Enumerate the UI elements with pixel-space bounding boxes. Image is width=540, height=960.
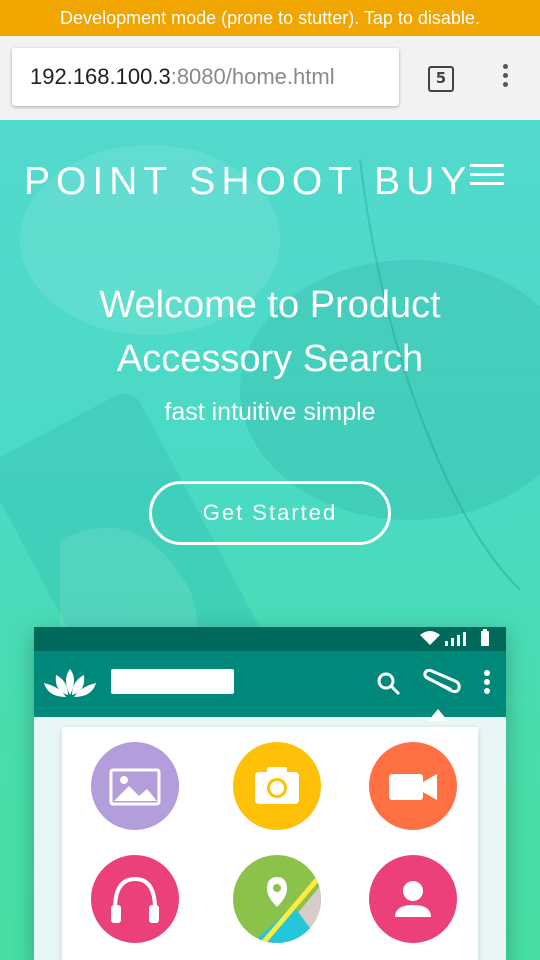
signal-icon: [445, 632, 466, 646]
paperclip-icon: [423, 669, 461, 694]
dev-mode-text: Development mode (prone to stutter). Tap…: [60, 8, 480, 28]
phone-search-field: [111, 669, 234, 694]
url-host: 192.168.100.3: [30, 64, 171, 89]
get-started-button[interactable]: Get Started: [149, 481, 391, 545]
camera-icon: [233, 742, 321, 830]
phone-app-bar: [34, 651, 506, 717]
hero-title-line2: Accessory Search: [116, 338, 424, 380]
video-icon: [369, 742, 457, 830]
tab-switcher-button[interactable]: 5: [428, 66, 454, 92]
gallery-icon: [91, 742, 179, 830]
hero-title: Welcome to Product Accessory Search: [0, 278, 540, 386]
phone-mockup: [34, 627, 506, 960]
hamburger-menu-icon[interactable]: [470, 164, 504, 192]
brand-logo-text[interactable]: POINT SHOOT BUY: [24, 160, 472, 204]
hero-section: POINT SHOOT BUY Welcome to Product Acces…: [0, 120, 540, 960]
hero-title-line1: Welcome to Product: [99, 284, 441, 326]
popup-pointer: [428, 709, 448, 721]
more-vert-icon: [484, 670, 490, 694]
browser-menu-button[interactable]: [497, 64, 513, 94]
search-icon: [377, 672, 401, 696]
dev-mode-banner[interactable]: Development mode (prone to stutter). Tap…: [0, 0, 540, 36]
phone-status-bar: [34, 627, 506, 651]
url-path: :8080/home.html: [170, 64, 335, 89]
headphones-icon: [91, 855, 179, 943]
contact-icon: [369, 855, 457, 943]
hero-tagline: fast intuitive simple: [164, 398, 376, 426]
lotus-logo-icon: [44, 669, 96, 697]
wifi-icon: [420, 631, 440, 645]
phone-body: [34, 717, 506, 960]
more-vert-icon: [497, 64, 513, 87]
location-icon: [233, 855, 321, 943]
tab-count: 5: [435, 69, 447, 87]
attachment-card: [62, 727, 478, 960]
browser-toolbar: 192.168.100.3:8080/home.html 5: [0, 36, 540, 120]
address-bar[interactable]: 192.168.100.3:8080/home.html: [12, 48, 399, 106]
battery-icon: [481, 629, 489, 646]
